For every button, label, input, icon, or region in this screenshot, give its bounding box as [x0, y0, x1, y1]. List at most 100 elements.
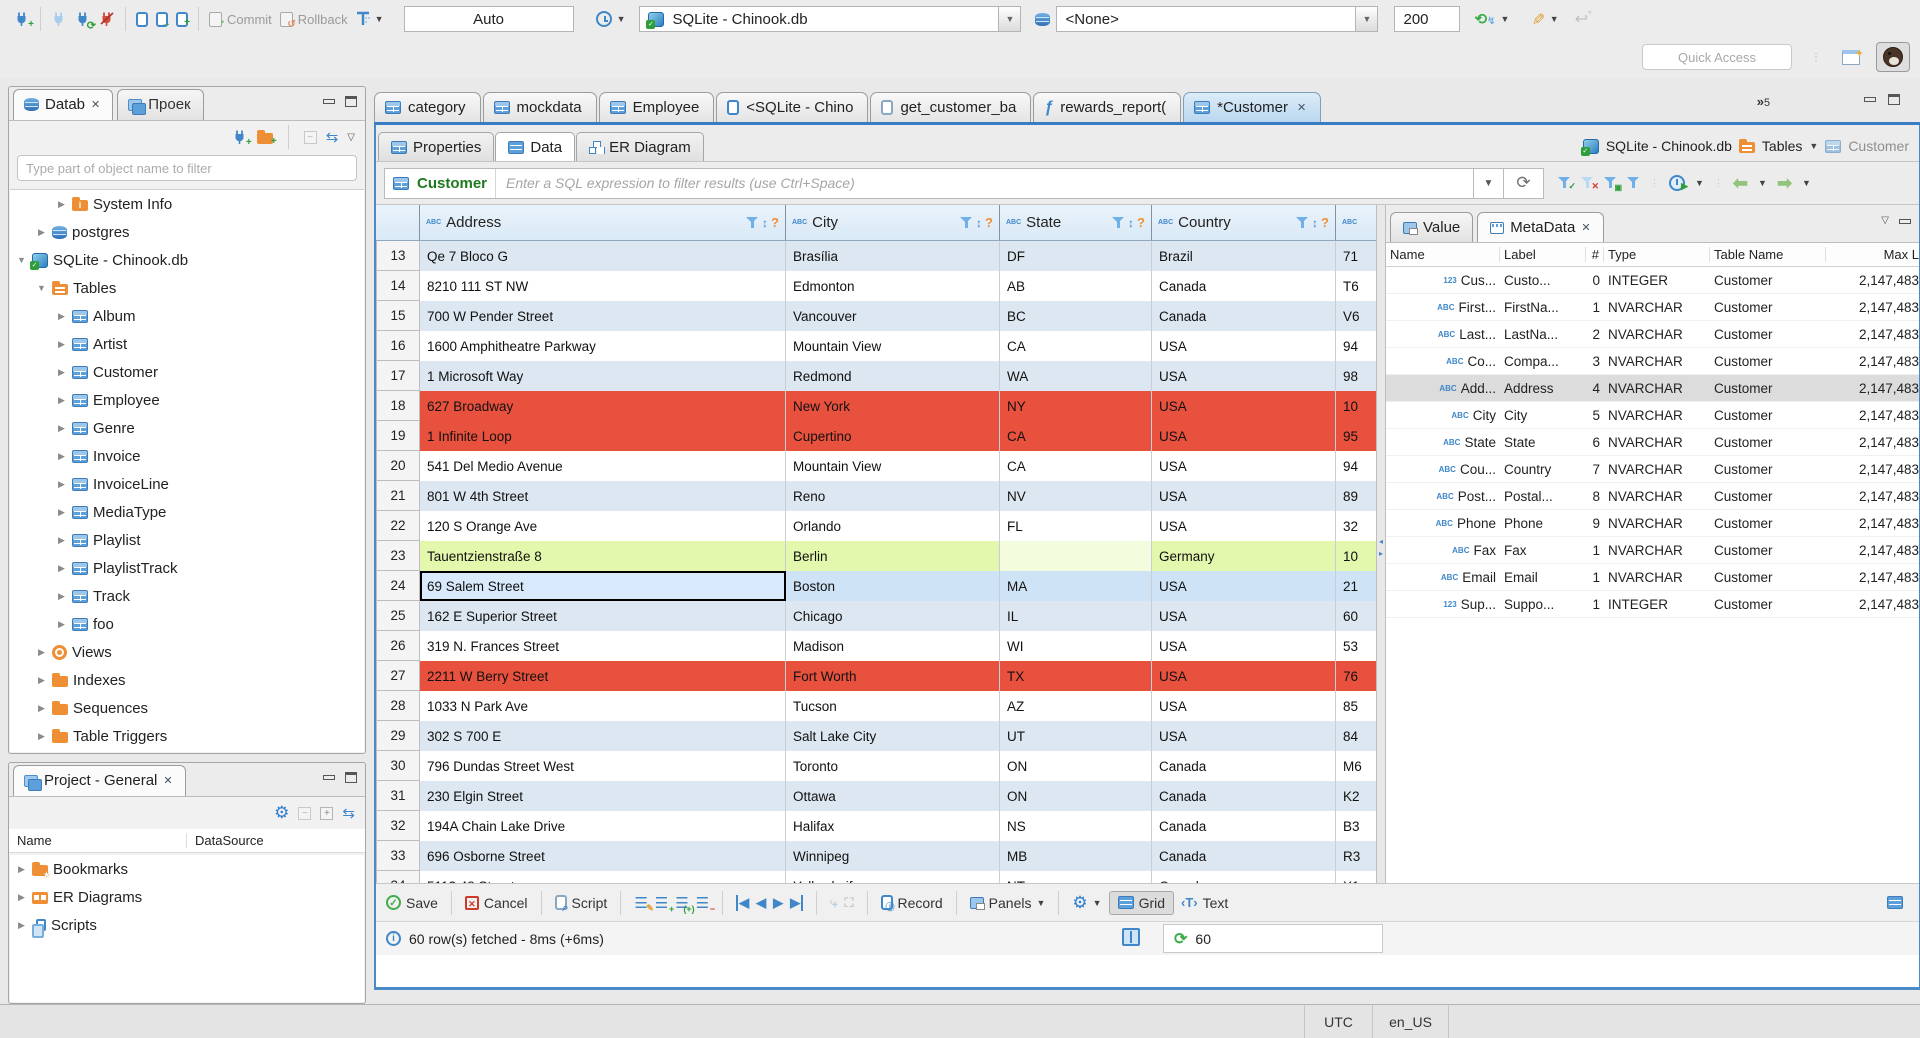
disconnect-button[interactable]	[95, 8, 119, 30]
tree-item[interactable]: ▼ SQLite - Chinook.db	[10, 246, 364, 274]
grid-mode-button[interactable]: Grid	[1108, 890, 1175, 915]
editor-tab[interactable]: mockdata	[482, 92, 597, 122]
close-icon[interactable]: ✕	[1297, 101, 1306, 114]
cell-country[interactable]: USA	[1152, 721, 1336, 751]
cell-country[interactable]: Canada	[1152, 301, 1336, 331]
tab-value[interactable]: Value	[1390, 212, 1474, 242]
tree-item[interactable]: ▶ Employee	[10, 386, 364, 414]
collapse-left-icon[interactable]: ◂	[1379, 537, 1383, 546]
cell-address[interactable]: 120 S Orange Ave	[420, 511, 786, 541]
row-number-cell[interactable]: 30	[376, 751, 420, 781]
order-hint-icon[interactable]: ?	[1137, 215, 1145, 230]
chevron-down-icon[interactable]: ▼	[1695, 178, 1704, 188]
filter-clear-icon[interactable]: ✕	[1581, 177, 1599, 191]
row-number-cell[interactable]: 17	[376, 361, 420, 391]
cell-postalcode-clipped[interactable]: 98	[1336, 361, 1376, 391]
project-item[interactable]: ▶ Bookmarks	[10, 855, 364, 883]
cell-address[interactable]: 302 S 700 E	[420, 721, 786, 751]
tree-item[interactable]: ▶ Album	[10, 302, 364, 330]
editor-tab[interactable]: <SQLite - Chino	[716, 92, 869, 122]
gear-icon[interactable]: ⚙	[274, 803, 289, 823]
commit-mode-combo[interactable]: Auto	[403, 6, 574, 32]
cell-postalcode-clipped[interactable]: 85	[1336, 691, 1376, 721]
row-number-cell[interactable]: 20	[376, 451, 420, 481]
collapse-all-icon[interactable]: −	[298, 806, 312, 820]
row-number-cell[interactable]: 23	[376, 541, 420, 571]
tree-item[interactable]: ▶ postgres	[10, 218, 364, 246]
cell-address[interactable]: 796 Dundas Street West	[420, 751, 786, 781]
expander-icon[interactable]: ▶	[16, 892, 27, 903]
breadcrumb-tables[interactable]: Tables	[1762, 138, 1802, 154]
cell-country[interactable]: Germany	[1152, 541, 1336, 571]
expander-icon[interactable]: ▶	[56, 339, 67, 350]
tab-overflow-button[interactable]: »5	[1757, 94, 1770, 113]
minimize-icon[interactable]	[323, 96, 335, 106]
new-connection-icon[interactable]: +	[232, 129, 252, 148]
quick-access-box[interactable]: Quick Access	[1642, 44, 1792, 70]
tree-item[interactable]: ▶ foo	[10, 610, 364, 638]
maximize-icon[interactable]	[1888, 94, 1900, 105]
cell-city[interactable]: Mountain View	[786, 331, 1000, 361]
cell-address[interactable]: 801 W 4th Street	[420, 481, 786, 511]
metadata-row[interactable]: ABC City City 5 NVARCHAR Customer 2,147,…	[1386, 402, 1919, 429]
new-folder-icon[interactable]: +	[256, 130, 277, 147]
fetch-previous-icon[interactable]: ⬅	[1733, 174, 1748, 192]
row-number-cell[interactable]: 26	[376, 631, 420, 661]
cell-state[interactable]: CA	[1000, 421, 1152, 451]
cell-postalcode-clipped[interactable]: M6	[1336, 751, 1376, 781]
fetch-next-icon[interactable]: ➡	[1777, 174, 1792, 192]
cell-address[interactable]: 69 Salem Street	[420, 571, 786, 601]
project-item[interactable]: ▶ ER Diagrams	[10, 883, 364, 911]
cell-address[interactable]: 700 W Pender Street	[420, 301, 786, 331]
metadata-row[interactable]: 123 Cus... Custo... 0 INTEGER Customer 2…	[1386, 267, 1919, 294]
expander-icon[interactable]: ▶	[56, 563, 67, 574]
panels-button[interactable]: Panels ▼	[969, 895, 1045, 911]
record-button[interactable]: ⓘ Record	[880, 895, 943, 912]
cell-state[interactable]: CA	[1000, 451, 1152, 481]
timezone-indicator[interactable]: UTC	[1304, 1005, 1372, 1038]
expander-icon[interactable]: ▶	[16, 864, 27, 875]
open-perspective-button[interactable]: ✦	[1834, 42, 1868, 72]
cell-state[interactable]: MB	[1000, 841, 1152, 871]
editor-tab[interactable]: get_customer_ba	[870, 92, 1032, 122]
cell-country[interactable]: USA	[1152, 601, 1336, 631]
row-number-cell[interactable]: 28	[376, 691, 420, 721]
cell-postalcode-clipped[interactable]: 10	[1336, 391, 1376, 421]
cell-address[interactable]: 319 N. Frances Street	[420, 631, 786, 661]
expander-icon[interactable]: ▶	[36, 647, 47, 658]
active-datasource-combo[interactable]: SQLite - Chinook.db	[639, 6, 1000, 32]
filter-icon[interactable]	[1112, 216, 1125, 229]
sql-filter-input[interactable]	[504, 174, 1465, 192]
tree-item[interactable]: ▶ Views	[10, 638, 364, 666]
filter-icon[interactable]	[1296, 216, 1309, 229]
link-with-editor-icon[interactable]: ⇆	[342, 804, 355, 822]
tree-item[interactable]: ▶ Artist	[10, 330, 364, 358]
tree-item[interactable]: ▶ Table Triggers	[10, 722, 364, 750]
cell-city[interactable]: Brasília	[786, 241, 1000, 271]
row-number-cell[interactable]: 15	[376, 301, 420, 331]
breadcrumb-datasource[interactable]: SQLite - Chinook.db	[1606, 138, 1732, 154]
commit-button[interactable]: ▪ Commit	[205, 9, 276, 30]
close-icon[interactable]: ✕	[163, 774, 172, 787]
tree-item[interactable]: ▶ System Info	[10, 190, 364, 218]
cell-state[interactable]: AZ	[1000, 691, 1152, 721]
cell-city[interactable]: Berlin	[786, 541, 1000, 571]
compare-pen-button[interactable]: ✎ ▼	[1527, 6, 1562, 32]
meta-col-number[interactable]: #	[1586, 247, 1604, 262]
meta-col-table[interactable]: Table Name	[1710, 247, 1826, 262]
cell-country[interactable]: USA	[1152, 481, 1336, 511]
expander-icon[interactable]: ▼	[36, 283, 47, 293]
cell-city[interactable]: New York	[786, 391, 1000, 421]
cell-city[interactable]: Tucson	[786, 691, 1000, 721]
filter-apply-icon[interactable]: ✓	[1558, 177, 1576, 191]
metadata-row[interactable]: ABC Post... Postal... 8 NVARCHAR Custome…	[1386, 483, 1919, 510]
cell-postalcode-clipped[interactable]: 10	[1336, 541, 1376, 571]
cell-city[interactable]: Cupertino	[786, 421, 1000, 451]
transaction-mode-button[interactable]: ▼	[352, 8, 388, 30]
expander-icon[interactable]: ▶	[56, 591, 67, 602]
row-number-cell[interactable]: 32	[376, 811, 420, 841]
new-connection-button[interactable]: +	[10, 8, 34, 30]
cell-city[interactable]: Halifax	[786, 811, 1000, 841]
expander-icon[interactable]: ▶	[36, 227, 47, 238]
expander-icon[interactable]: ▶	[56, 479, 67, 490]
